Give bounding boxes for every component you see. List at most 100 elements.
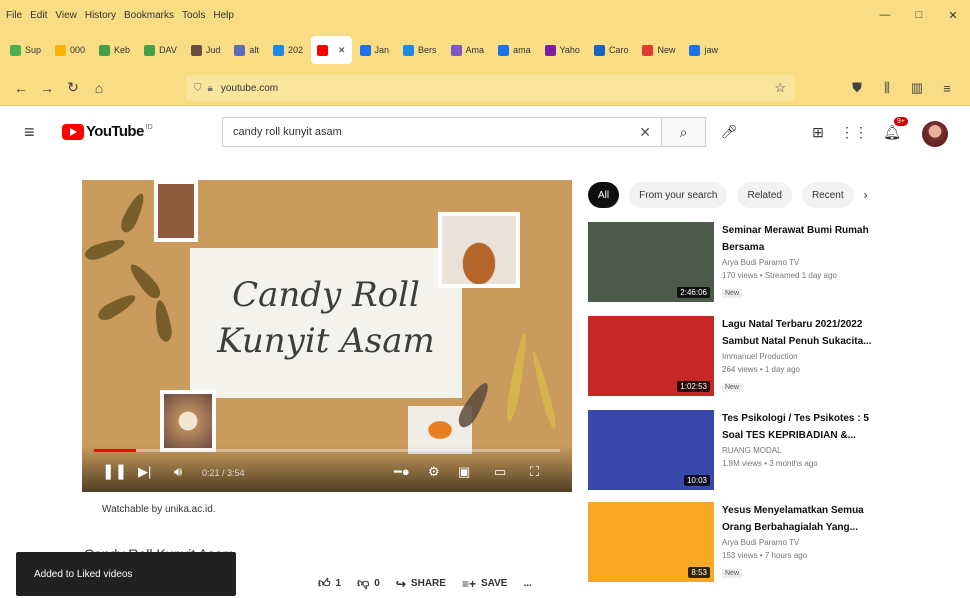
create-video-icon[interactable]: ⊞ — [806, 121, 830, 143]
tab-label: alt — [249, 45, 259, 55]
browser-tab[interactable]: Bers — [397, 36, 443, 64]
tab-label: New — [657, 45, 676, 55]
search-query: candy roll kunyit asam — [233, 126, 342, 138]
search-button[interactable]: ⌕ — [662, 117, 706, 147]
recommendation-item[interactable]: 8:53 Yesus Menyelamatkan Semua Orang Berb… — [588, 502, 968, 588]
channel-name[interactable]: Immanuel Production — [722, 350, 876, 363]
avatar[interactable] — [922, 121, 948, 147]
chip-all[interactable]: All — [588, 182, 620, 208]
thumbs-up-icon: 👍︎ — [318, 576, 331, 590]
menu-tools[interactable]: Tools — [182, 10, 205, 21]
tab-strip: Sup 000 Keb DAV Jud alt 202 ✕ Jan Bers Ama ama Yaho C… — [0, 30, 970, 70]
menu-edit[interactable]: Edit — [30, 10, 47, 21]
video-thumbnail[interactable]: 1:02:53 — [588, 316, 714, 396]
browser-tab[interactable]: Jan — [354, 36, 396, 64]
menu-file[interactable]: File — [6, 10, 22, 21]
yellow-flower-decoration — [504, 331, 530, 423]
apps-grid-icon[interactable]: ⋮⋮ — [840, 121, 868, 143]
video-thumbnail[interactable]: 10:03 — [588, 410, 714, 490]
minimize-button[interactable]: — — [868, 0, 902, 30]
close-window-button[interactable]: ✕ — [936, 0, 970, 30]
browser-tab[interactable]: Jud — [185, 36, 227, 64]
miniplayer-icon[interactable]: ▣ — [458, 464, 470, 480]
like-button[interactable]: 👍︎ 1 — [318, 576, 341, 591]
chips-next-icon[interactable]: › — [864, 188, 868, 202]
recommendation-title[interactable]: Seminar Merawat Bumi Rumah Bersama — [722, 222, 876, 256]
back-button[interactable]: ← — [8, 75, 34, 101]
save-button[interactable]: ≡+ SAVE — [462, 576, 508, 591]
hamburger-menu-icon[interactable]: ≡ — [24, 122, 35, 143]
library-icon[interactable]: ⫼ — [872, 75, 902, 101]
toast-text: Added to Liked videos — [34, 568, 133, 580]
notifications-icon[interactable]: 🔔︎ 9+ — [880, 117, 908, 143]
bookmark-star-icon[interactable]: ☆ — [774, 80, 786, 96]
browser-tab[interactable]: Caro — [588, 36, 635, 64]
search-input[interactable]: candy roll kunyit asam ✕ — [222, 117, 662, 147]
microphone-icon[interactable]: 🎤︎ — [718, 121, 740, 143]
sidebar-icon[interactable]: ▥ — [902, 75, 932, 101]
chip-recent[interactable]: Recent — [801, 182, 854, 208]
channel-name[interactable]: Arya Budi Paramo TV — [722, 536, 876, 549]
chip-related[interactable]: Related — [737, 182, 792, 208]
browser-tab[interactable]: Yaho — [539, 36, 586, 64]
browser-tab[interactable]: alt — [228, 36, 265, 64]
browser-tab[interactable]: Ama — [445, 36, 491, 64]
maximize-button[interactable]: □ — [902, 0, 936, 30]
yellow-flower-decoration — [529, 350, 559, 430]
tab-label: Ama — [465, 45, 485, 55]
reload-button[interactable]: ↻ — [60, 75, 86, 101]
browser-tab[interactable]: jaw — [683, 36, 724, 64]
youtube-logo[interactable]: YouTube ID — [62, 123, 153, 140]
video-thumbnail[interactable]: 8:53 — [588, 502, 714, 582]
menu-help[interactable]: Help — [213, 10, 234, 21]
settings-gear-icon[interactable]: ⚙ — [428, 464, 440, 480]
browser-tab[interactable]: New — [636, 36, 681, 64]
recommendation-title[interactable]: Lagu Natal Terbaru 2021/2022 Sambut Nata… — [722, 316, 876, 350]
pocket-icon[interactable]: ⛊ — [842, 75, 872, 101]
tab-label: ama — [513, 45, 531, 55]
app-menu-icon[interactable]: ≡ — [932, 75, 962, 101]
progress-bar[interactable] — [94, 449, 560, 452]
video-player[interactable]: Candy Roll Kunyit Asam ❚❚ ▶| 🔊︎ 0:21 / 3… — [82, 180, 572, 492]
recommendation-title[interactable]: Tes Psikologi / Tes Psikotes : 5 Soal TE… — [722, 410, 876, 444]
video-thumbnail[interactable]: 2:46:06 — [588, 222, 714, 302]
menu-history[interactable]: History — [85, 10, 116, 21]
chip-from-your-search[interactable]: From your search — [629, 182, 728, 208]
channel-name[interactable]: RUANG MODAL — [722, 444, 876, 457]
recommendation-item[interactable]: 1:02:53 Lagu Natal Terbaru 2021/2022 Samb… — [588, 316, 968, 402]
browser-tab[interactable]: ama — [492, 36, 537, 64]
browser-tab[interactable]: Sup — [4, 36, 47, 64]
share-button[interactable]: ↪ SHARE — [396, 576, 446, 591]
menu-bar: File Edit View History Bookmarks Tools H… — [0, 0, 970, 30]
leaf-decoration — [117, 191, 149, 235]
next-icon[interactable]: ▶| — [138, 464, 151, 480]
clear-search-icon[interactable]: ✕ — [639, 124, 651, 141]
recommendation-item[interactable]: 2:46:06 Seminar Merawat Bumi Rumah Bersam… — [588, 222, 968, 308]
photo-polaroid — [160, 390, 216, 452]
browser-tab[interactable]: ✕ — [310, 36, 352, 64]
menu-bookmarks[interactable]: Bookmarks — [124, 10, 174, 21]
recommendation-item[interactable]: 10:03 Tes Psikologi / Tes Psikotes : 5 So… — [588, 410, 968, 496]
browser-tab[interactable]: DAV — [138, 36, 183, 64]
pause-icon[interactable]: ❚❚ — [102, 462, 127, 480]
tab-label: 000 — [70, 45, 86, 55]
fullscreen-icon[interactable]: ⛶ — [530, 464, 539, 480]
browser-tab[interactable]: 202 — [267, 36, 309, 64]
browser-tab[interactable]: Keb — [93, 36, 136, 64]
close-tab-icon[interactable]: ✕ — [338, 45, 346, 56]
url-bar[interactable]: ⛉ 🔒︎ youtube.com ☆ — [186, 75, 794, 101]
menu-view[interactable]: View — [55, 10, 77, 21]
tab-label: Jan — [374, 45, 390, 55]
tab-label: Caro — [608, 45, 629, 55]
notification-badge: 9+ — [894, 117, 908, 126]
dislike-button[interactable]: 👎︎ 0 — [357, 576, 380, 591]
forward-button[interactable]: → — [34, 75, 60, 101]
autoplay-toggle[interactable]: ━● — [394, 464, 410, 480]
recommendation-title[interactable]: Yesus Menyelamatkan Semua Orang Berbahag… — [722, 502, 876, 536]
more-actions-button[interactable]: ... — [523, 576, 531, 591]
theater-mode-icon[interactable]: ▭ — [494, 464, 506, 480]
home-button[interactable]: ⌂ — [86, 75, 112, 101]
volume-icon[interactable]: 🔊︎ — [174, 464, 182, 480]
browser-tab[interactable]: 000 — [49, 36, 91, 64]
channel-name[interactable]: Arya Budi Paramo TV — [722, 256, 876, 269]
